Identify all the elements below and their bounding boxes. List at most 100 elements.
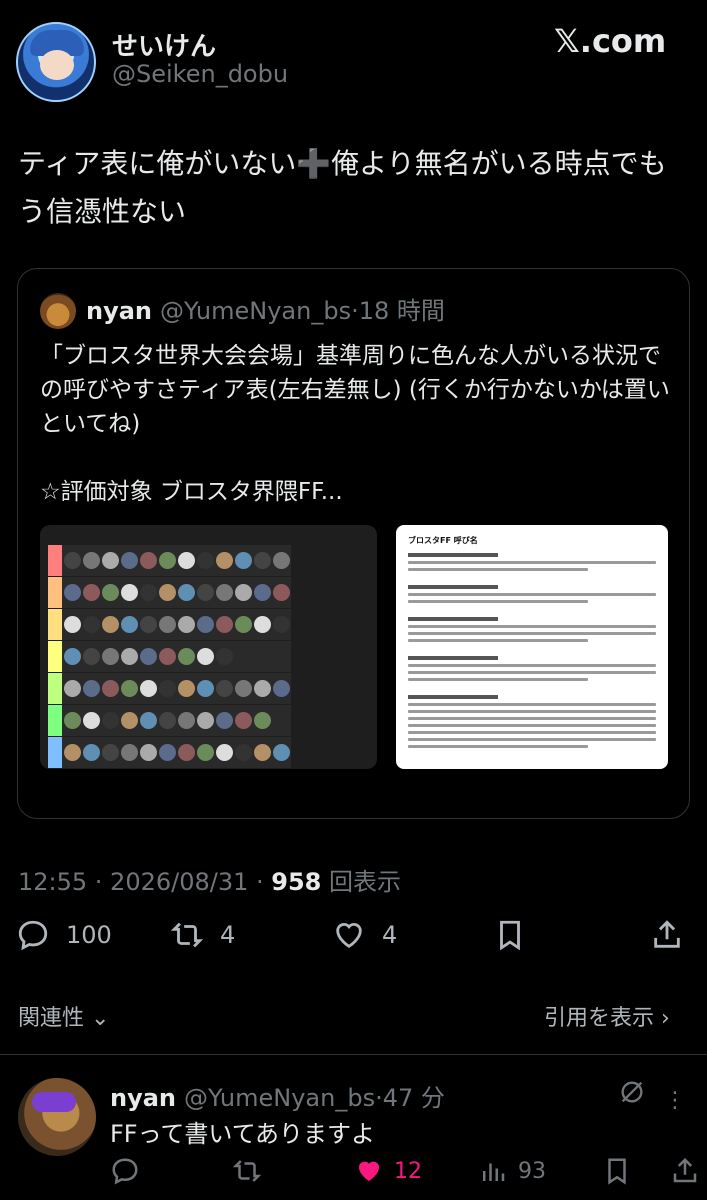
reply-reply-button[interactable] [110, 1156, 140, 1186]
quote-author-avatar [40, 293, 76, 329]
tier-avatar-thumbnail [83, 584, 100, 601]
tier-avatar-thumbnail [121, 584, 138, 601]
author-name[interactable]: せいけん [112, 26, 216, 63]
bookmark-button[interactable] [493, 918, 527, 952]
tier-avatar-thumbnail [83, 680, 100, 697]
post-text: ティア表に俺がいない➕俺より無名がいる時点でもう信憑性ない [18, 147, 667, 228]
tier-avatar-thumbnail [121, 552, 138, 569]
doc-section-heading [408, 553, 498, 557]
doc-text-line [408, 738, 656, 741]
tier-avatar-thumbnail [64, 616, 81, 633]
tier-avatar-thumbnail [83, 552, 100, 569]
tier-avatar-thumbnail [197, 680, 214, 697]
tier-avatar-thumbnail [178, 552, 195, 569]
tier-avatar-thumbnail [140, 584, 157, 601]
tier-avatar-thumbnail [102, 744, 119, 761]
repost-button[interactable]: 4 [170, 918, 235, 952]
tier-avatar-thumbnail [64, 648, 81, 665]
reply-like-button[interactable]: 12 [354, 1156, 422, 1186]
tier-avatar-thumbnail [273, 584, 290, 601]
tier-label [48, 641, 62, 672]
view-quotes-link[interactable]: 引用を表示 › [544, 1000, 670, 1032]
tier-label [48, 705, 62, 736]
doc-text-line [408, 593, 656, 596]
x-logo: 𝕏.com [554, 22, 667, 60]
tier-row [48, 673, 291, 704]
tier-avatar-thumbnail [254, 552, 271, 569]
tier-avatar-thumbnail [178, 712, 195, 729]
author-avatar[interactable] [16, 22, 96, 102]
tier-avatar-thumbnail [159, 744, 176, 761]
tier-row [48, 577, 291, 608]
view-count: 958 [271, 868, 322, 896]
post-timestamp: 12:55 · 2026/08/31 · [18, 868, 272, 896]
avatar-face-shape [40, 50, 74, 80]
tier-label [48, 737, 62, 768]
quote-text: 「ブロスタ世界大会会場」基準周りに色んな人がいる状況での呼びやすさティア表(左右… [40, 343, 670, 505]
tier-avatar-thumbnail [83, 616, 100, 633]
tier-avatar-thumbnail [140, 712, 157, 729]
doc-section-heading [408, 585, 498, 589]
reply-author-avatar[interactable] [18, 1078, 96, 1156]
doc-text-line [408, 731, 656, 734]
doc-text-line [408, 724, 656, 727]
names-document-image[interactable]: ブロスタFF 呼び名 [396, 525, 668, 769]
like-count: 4 [382, 921, 398, 949]
tier-label [48, 577, 62, 608]
author-handle[interactable]: @Seiken_dobu [112, 60, 288, 88]
tier-avatar-thumbnail [235, 712, 252, 729]
tier-avatar-thumbnail [64, 584, 81, 601]
tier-avatar-thumbnail [216, 680, 233, 697]
tier-list-image[interactable] [40, 525, 377, 769]
doc-text-line [408, 600, 588, 603]
tier-avatar-thumbnail [235, 584, 252, 601]
tier-avatar-thumbnail [235, 744, 252, 761]
reply-author-handle[interactable]: @YumeNyan_bs [184, 1084, 375, 1112]
tier-avatar-thumbnail [64, 552, 81, 569]
reply-button[interactable]: 100 [16, 918, 112, 952]
share-icon [654, 920, 680, 948]
grok-icon[interactable] [618, 1078, 646, 1106]
like-button[interactable]: 4 [332, 918, 397, 952]
reply-share-button[interactable] [670, 1156, 700, 1186]
reply-author-name[interactable]: nyan [110, 1084, 176, 1112]
heart-icon [336, 923, 362, 949]
tier-avatar-thumbnail [159, 648, 176, 665]
tier-avatar-thumbnail [197, 584, 214, 601]
tier-avatar-thumbnail [178, 680, 195, 697]
reply-count: 100 [66, 921, 112, 949]
tier-avatar-thumbnail [102, 552, 119, 569]
share-button[interactable] [650, 918, 684, 952]
tier-avatar-thumbnail [197, 648, 214, 665]
more-options-icon[interactable]: ⋮ [664, 1088, 688, 1113]
sort-relevance-dropdown[interactable]: 関連性 ⌄ [18, 1000, 109, 1032]
tier-image-titlebar [48, 531, 337, 539]
doc-text-line [408, 632, 656, 635]
reply-icon [112, 1158, 138, 1185]
tier-avatar-thumbnail [178, 648, 195, 665]
reply-views-button[interactable]: 93 [478, 1156, 546, 1186]
tier-avatar-thumbnail [178, 584, 195, 601]
view-label: 回表示 [321, 868, 402, 896]
doc-section-heading [408, 695, 498, 699]
tier-avatar-thumbnail [235, 552, 252, 569]
quoted-post[interactable]: nyan @YumeNyan_bs·18 時間 「ブロスタ世界大会会場」基準周りに… [17, 268, 690, 819]
tier-avatar-thumbnail [102, 680, 119, 697]
tier-avatar-thumbnail [159, 680, 176, 697]
divider [0, 1054, 707, 1055]
tier-avatar-thumbnail [159, 584, 176, 601]
tier-avatar-thumbnail [64, 712, 81, 729]
tier-avatar-thumbnail [121, 648, 138, 665]
tier-avatar-thumbnail [121, 680, 138, 697]
reply-time: 47 分 [382, 1084, 445, 1112]
tier-avatar-thumbnail [178, 744, 195, 761]
tier-avatar-thumbnail [121, 744, 138, 761]
quote-time: 18 時間 [358, 297, 445, 325]
tier-avatar-thumbnail [140, 552, 157, 569]
tier-avatar-thumbnail [235, 616, 252, 633]
tier-avatar-thumbnail [102, 712, 119, 729]
tier-avatar-thumbnail [273, 616, 290, 633]
bookmark-icon [608, 1158, 626, 1185]
reply-bookmark-button[interactable] [602, 1156, 632, 1186]
reply-repost-button[interactable] [232, 1156, 262, 1186]
